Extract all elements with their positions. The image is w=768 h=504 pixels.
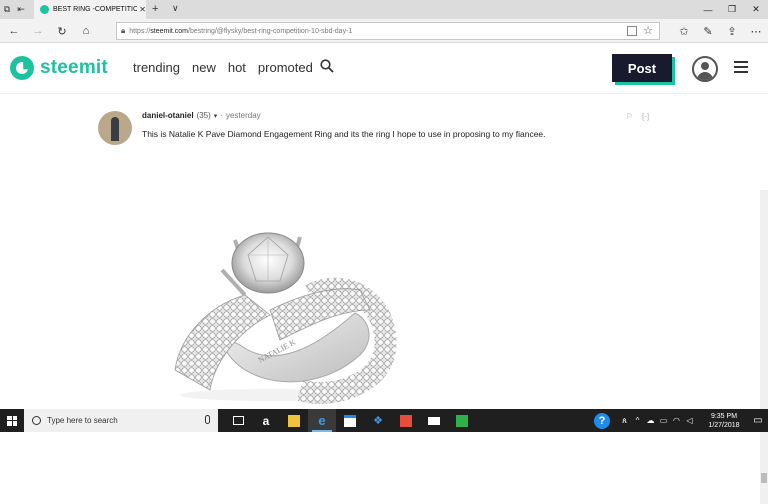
- volume-icon[interactable]: ◁: [683, 416, 696, 425]
- task-view-icon[interactable]: [224, 409, 252, 432]
- menu-new[interactable]: new: [192, 60, 216, 75]
- comment-body: This is Natalie K Pave Diamond Engagemen…: [142, 129, 546, 139]
- microphone-icon[interactable]: [205, 415, 210, 424]
- favorites-icon[interactable]: ✩: [672, 22, 696, 40]
- action-center-icon[interactable]: ▭: [748, 409, 768, 432]
- menu-trending[interactable]: trending: [133, 60, 180, 75]
- refresh-icon[interactable]: ↻: [54, 23, 70, 39]
- edge-icon[interactable]: e: [308, 409, 336, 432]
- forward-icon[interactable]: →: [30, 23, 46, 39]
- taskbar-clock[interactable]: 9:35 PM 1/27/2018: [700, 412, 748, 430]
- user-avatar-icon[interactable]: [692, 56, 718, 82]
- search-icon[interactable]: [320, 59, 334, 76]
- browser-tab-bar: ⧉ ⇤ BEST RING -COMPETITIO ✕ + ∨ — ❐ ✕: [0, 0, 768, 19]
- menu-promoted[interactable]: promoted: [258, 60, 313, 75]
- clock-date: 1/27/2018: [708, 421, 740, 429]
- home-icon[interactable]: ⌂: [78, 23, 94, 39]
- amazon-icon[interactable]: a: [252, 409, 280, 432]
- browser-nav-bar: ← → ↻ ⌂ 🔒︎ https://steemit.com/bestring/…: [0, 19, 768, 43]
- people-icon[interactable]: ጰ: [618, 416, 631, 426]
- office-icon[interactable]: [392, 409, 420, 432]
- site-header: steemit trending new hot promoted Post: [0, 44, 768, 94]
- page-scrollbar[interactable]: [760, 190, 768, 504]
- show-hidden-icons-chevron-icon[interactable]: ^: [631, 416, 644, 425]
- taskbar-apps: a e ❖: [224, 409, 476, 432]
- collapse-toggle[interactable]: [-]: [642, 112, 649, 121]
- taskbar-search[interactable]: Type here to search: [24, 409, 218, 432]
- tab-title: BEST RING -COMPETITIO: [53, 6, 138, 13]
- author-avatar[interactable]: [98, 111, 132, 145]
- tab-steemit[interactable]: BEST RING -COMPETITIO ✕: [34, 0, 146, 19]
- set-aside-tabs-icon[interactable]: ⧉: [0, 0, 14, 19]
- author-dropdown-icon[interactable]: ▾: [214, 112, 218, 120]
- file-explorer-icon[interactable]: [280, 409, 308, 432]
- help-icon[interactable]: ?: [594, 412, 610, 429]
- favorite-star-icon[interactable]: ☆: [643, 24, 653, 37]
- clock-time: 9:35 PM: [710, 412, 738, 420]
- battery-icon[interactable]: ▭: [657, 416, 670, 425]
- show-tabs-icon[interactable]: ⇤: [14, 0, 28, 19]
- notes-icon[interactable]: ✎: [696, 22, 720, 40]
- tab-close-icon[interactable]: ✕: [139, 5, 146, 14]
- address-url: https://steemit.com/bestring/@flysky/bes…: [129, 27, 353, 35]
- share-icon[interactable]: ⇪: [720, 22, 744, 40]
- window-controls: — ❐ ✕: [696, 0, 768, 19]
- comment-author[interactable]: daniel-otaniel: [142, 111, 194, 120]
- address-bar[interactable]: 🔒︎ https://steemit.com/bestring/@flysky/…: [116, 22, 660, 40]
- reading-view-icon[interactable]: [627, 26, 637, 36]
- steemit-favicon-icon: [40, 5, 49, 14]
- author-reputation: (35): [196, 111, 211, 120]
- close-icon[interactable]: ✕: [744, 0, 768, 19]
- dropbox-icon[interactable]: ❖: [364, 409, 392, 432]
- taskbar-search-placeholder: Type here to search: [47, 416, 118, 425]
- hamburger-menu-icon[interactable]: [734, 61, 748, 73]
- tab-list-chevron-icon[interactable]: ∨: [172, 3, 179, 14]
- wifi-icon[interactable]: ◠: [670, 416, 683, 425]
- steemit-logo-icon: [10, 56, 34, 80]
- new-tab-icon[interactable]: +: [152, 3, 158, 15]
- menu-hot[interactable]: hot: [228, 60, 246, 75]
- logo-text: steemit: [40, 57, 108, 78]
- start-button[interactable]: [0, 409, 24, 432]
- more-icon[interactable]: ⋯: [744, 22, 768, 40]
- steemit-logo[interactable]: steemit: [10, 56, 108, 80]
- maximize-icon[interactable]: ❐: [720, 0, 744, 19]
- comment-meta: daniel-otaniel (35) ▾ · yesterday: [142, 111, 261, 120]
- ring-image: NATALIE K: [174, 232, 397, 405]
- onedrive-icon[interactable]: ☁: [644, 416, 657, 425]
- main-menu: trending new hot promoted: [133, 60, 313, 75]
- store-icon[interactable]: [336, 409, 364, 432]
- lock-icon: 🔒︎: [121, 26, 126, 35]
- system-tray: ? ጰ ^ ☁ ▭ ◠ ◁ 9:35 PM 1/27/2018 ▭: [594, 409, 768, 432]
- browser-toolbar: ✩ ✎ ⇪ ⋯: [672, 22, 768, 40]
- feedly-icon[interactable]: [448, 409, 476, 432]
- flag-icon[interactable]: ⚐: [626, 112, 633, 121]
- mail-icon[interactable]: [420, 409, 448, 432]
- minimize-icon[interactable]: —: [696, 0, 720, 19]
- windows-logo-icon: [7, 415, 17, 426]
- comment-section: daniel-otaniel (35) ▾ · yesterday This i…: [0, 95, 768, 504]
- meta-separator: ·: [220, 111, 223, 120]
- post-button[interactable]: Post: [612, 54, 672, 82]
- back-icon[interactable]: ←: [6, 23, 22, 39]
- taskbar: Type here to search a e ❖ ? ጰ ^ ☁ ▭ ◠ ◁ …: [0, 409, 768, 432]
- cortana-icon: [32, 416, 41, 425]
- comment-time[interactable]: yesterday: [226, 111, 261, 120]
- scrollbar-thumb[interactable]: [761, 473, 767, 483]
